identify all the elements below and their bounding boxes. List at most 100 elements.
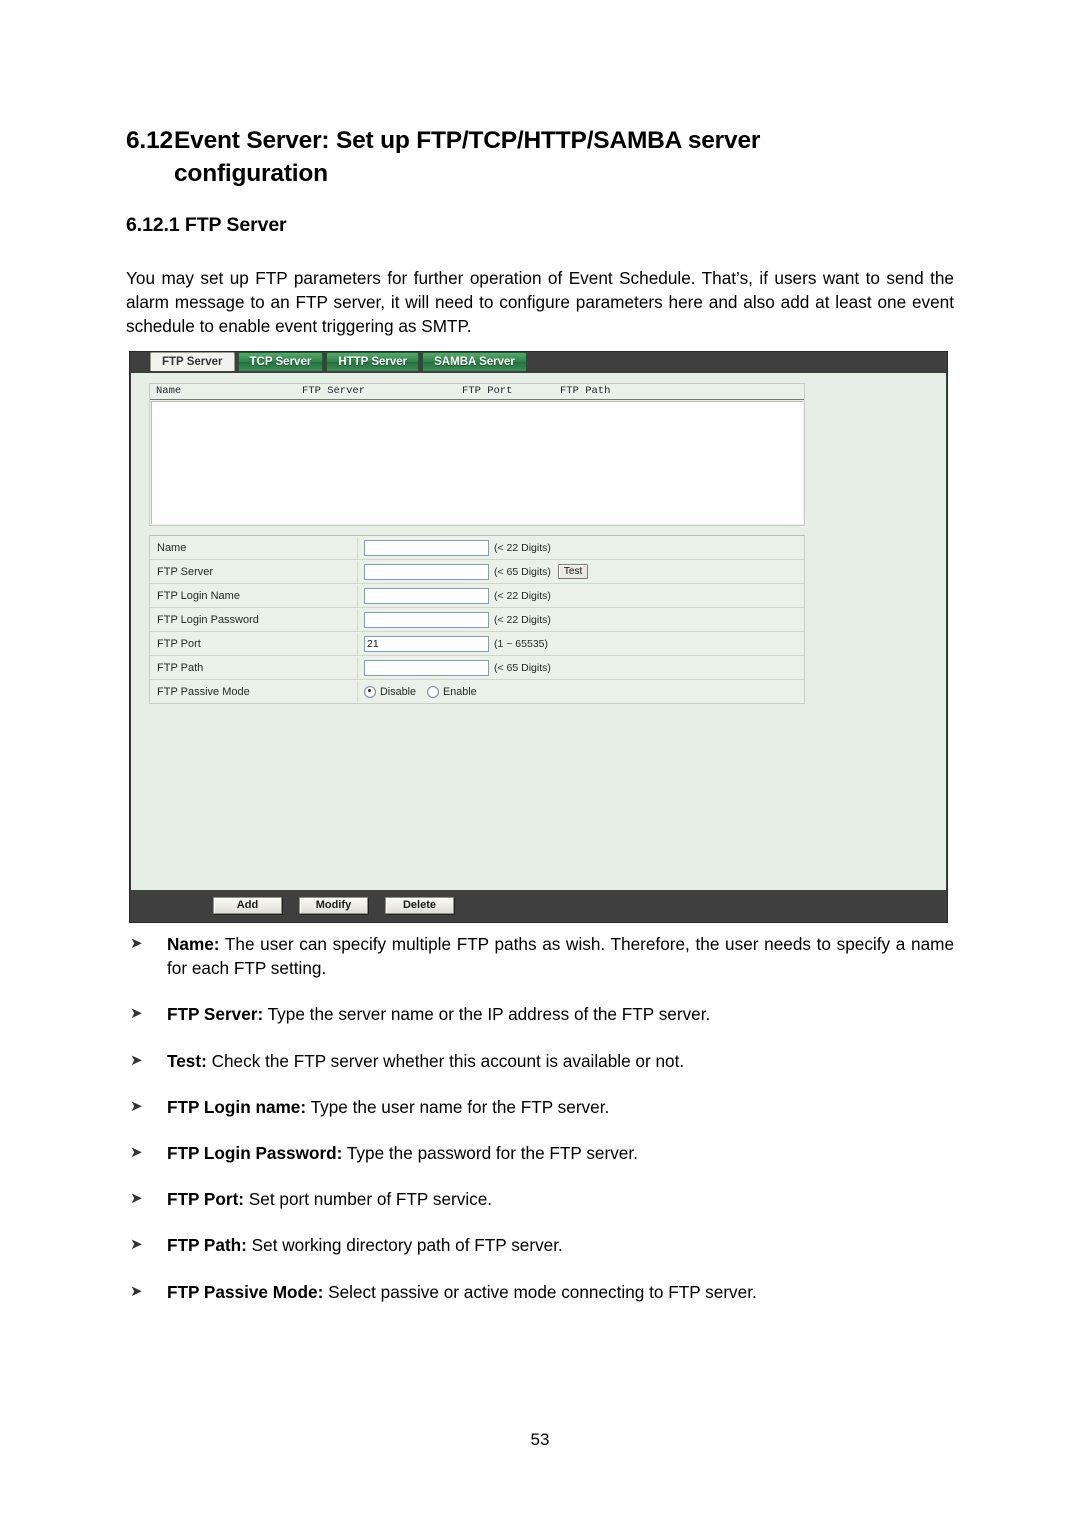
- label-ftp-port: FTP Port: [150, 632, 358, 655]
- bullet-term: FTP Path:: [167, 1235, 247, 1256]
- list-item: ➤ FTP Passive Mode: Select passive or act…: [126, 1280, 954, 1304]
- list-item: ➤ Test: Check the FTP server whether this…: [126, 1049, 954, 1073]
- bullet-arrow-icon: ➤: [130, 1097, 143, 1115]
- list-item: ➤ FTP Path: Set working directory path of…: [126, 1233, 954, 1257]
- modify-button[interactable]: Modify: [299, 897, 368, 914]
- radio-enable-label: Enable: [443, 685, 477, 698]
- bullet-arrow-icon: ➤: [130, 1144, 143, 1162]
- radio-disable-icon: [364, 685, 376, 698]
- bullet-arrow-icon: ➤: [130, 1282, 143, 1300]
- value-ftp-login-name: (< 22 Digits): [358, 587, 804, 604]
- form-row-ftp-login-password: FTP Login Password (< 22 Digits): [150, 608, 804, 632]
- ftp-login-name-hint: (< 22 Digits): [494, 589, 551, 602]
- bullet-text: Type the user name for the FTP server.: [306, 1096, 610, 1117]
- tab-tcp-server[interactable]: TCP Server: [237, 352, 324, 371]
- page-number: 53: [530, 1430, 550, 1449]
- form-row-ftp-passive-mode: FTP Passive Mode Disable Enable: [150, 680, 804, 703]
- bullet-text: Type the password for the FTP server.: [342, 1143, 638, 1164]
- panel-inner: Name FTP Server FTP Port FTP Path Name (…: [149, 383, 807, 704]
- label-ftp-login-name: FTP Login Name: [150, 584, 358, 607]
- bullet-term: FTP Server:: [167, 1004, 264, 1025]
- value-ftp-port: 21 (1 ~ 65535): [358, 635, 804, 652]
- label-ftp-path: FTP Path: [150, 656, 358, 679]
- value-name: (< 22 Digits): [358, 539, 804, 556]
- value-ftp-login-password: (< 22 Digits): [358, 611, 804, 628]
- ftp-settings-form: Name (< 22 Digits) FTP Server (< 65 Digi…: [149, 535, 805, 704]
- bullet-arrow-icon: ➤: [130, 935, 143, 952]
- radio-disable-label: Disable: [380, 685, 417, 698]
- ftp-server-input[interactable]: [364, 563, 489, 580]
- label-ftp-login-password: FTP Login Password: [150, 608, 358, 631]
- bullet-term: FTP Login name:: [167, 1096, 307, 1117]
- label-name: Name: [150, 536, 358, 559]
- ftp-server-hint: (< 65 Digits): [494, 565, 551, 578]
- form-row-ftp-server: FTP Server (< 65 Digits) Test: [150, 560, 804, 584]
- ftp-login-password-hint: (< 22 Digits): [494, 613, 551, 626]
- list-item: ➤ FTP Server: Type the server name or the…: [126, 1002, 954, 1026]
- list-item: ➤ FTP Login name: Type the user name for …: [126, 1095, 954, 1119]
- bullet-arrow-icon: ➤: [130, 1236, 143, 1254]
- radio-option-enable[interactable]: Enable: [427, 685, 477, 698]
- form-row-ftp-port: FTP Port 21 (1 ~ 65535): [150, 632, 804, 656]
- list-column-headers: Name FTP Server FTP Port FTP Path: [150, 384, 804, 400]
- value-ftp-server: (< 65 Digits) Test: [358, 563, 804, 580]
- document-page: 6.12Event Server: Set up FTP/TCP/HTTP/SA…: [0, 0, 1080, 1527]
- bullet-text: Set working directory path of FTP server…: [246, 1235, 563, 1256]
- list-rows-area[interactable]: [151, 401, 803, 524]
- section-number: 6.12: [126, 127, 173, 154]
- intro-paragraph: You may set up FTP parameters for furthe…: [126, 268, 954, 337]
- value-ftp-passive-mode: Disable Enable: [358, 685, 804, 698]
- radio-option-disable[interactable]: Disable: [364, 685, 417, 698]
- bullet-term: FTP Port:: [167, 1189, 245, 1210]
- list-item: ➤ FTP Login Password: Type the password f…: [126, 1141, 954, 1165]
- name-input[interactable]: [364, 539, 489, 556]
- tab-bar: FTP Server TCP Server HTTP Server SAMBA Ser…: [130, 352, 947, 373]
- subsection-heading: 6.12.1 FTP Server: [126, 214, 287, 236]
- ftp-path-input[interactable]: [364, 659, 489, 676]
- form-row-name: Name (< 22 Digits): [150, 536, 804, 560]
- ftp-port-hint: (1 ~ 65535): [494, 637, 548, 650]
- bullet-term: Name:: [167, 934, 220, 954]
- bullet-text: Set port number of FTP service.: [244, 1189, 493, 1210]
- ftp-port-input[interactable]: 21: [364, 635, 489, 652]
- parameter-description-list: ➤ Name: The user can specify multiple FTP…: [126, 932, 954, 1326]
- bullet-text: Type the server name or the IP address o…: [263, 1004, 711, 1025]
- test-button[interactable]: Test: [557, 564, 589, 579]
- column-header-ftp-path: FTP Path: [560, 385, 611, 397]
- passive-mode-radio-group: Disable Enable: [364, 685, 488, 698]
- form-row-ftp-login-name: FTP Login Name (< 22 Digits): [150, 584, 804, 608]
- ftp-path-hint: (< 65 Digits): [494, 661, 551, 674]
- ftp-server-list[interactable]: Name FTP Server FTP Port FTP Path: [149, 383, 805, 526]
- label-ftp-server: FTP Server: [150, 560, 358, 583]
- form-row-ftp-path: FTP Path (< 65 Digits): [150, 656, 804, 680]
- tab-samba-server[interactable]: SAMBA Server: [422, 352, 527, 371]
- value-ftp-path: (< 65 Digits): [358, 659, 804, 676]
- page-title: 6.12Event Server: Set up FTP/TCP/HTTP/SA…: [126, 124, 956, 190]
- list-item: ➤ Name: The user can specify multiple FTP…: [126, 932, 954, 980]
- name-hint: (< 22 Digits): [494, 541, 551, 554]
- delete-button[interactable]: Delete: [385, 897, 454, 914]
- bullet-term: FTP Passive Mode:: [167, 1281, 324, 1302]
- action-button-bar: Add Modify Delete: [131, 890, 946, 921]
- bullet-text: The user can specify multiple FTP paths …: [167, 934, 954, 979]
- tab-http-server[interactable]: HTTP Server: [326, 352, 420, 371]
- section-title: Event Server: Set up FTP/TCP/HTTP/SAMBA …: [174, 127, 761, 187]
- bullet-term: FTP Login Password:: [167, 1143, 343, 1164]
- column-header-ftp-port: FTP Port: [462, 385, 513, 397]
- tab-ftp-server[interactable]: FTP Server: [150, 352, 235, 371]
- bullet-term: Test:: [167, 1050, 207, 1071]
- bullet-arrow-icon: ➤: [130, 1190, 143, 1208]
- ftp-login-name-input[interactable]: [364, 587, 489, 604]
- column-header-name: Name: [156, 385, 182, 397]
- bullet-text: Check the FTP server whether this accoun…: [206, 1050, 685, 1071]
- bullet-arrow-icon: ➤: [130, 1005, 143, 1023]
- bullet-arrow-icon: ➤: [130, 1051, 143, 1069]
- add-button[interactable]: Add: [213, 897, 282, 914]
- ftp-server-screenshot: FTP Server TCP Server HTTP Server SAMBA Ser…: [129, 351, 948, 923]
- bullet-text: Select passive or active mode connecting…: [323, 1281, 757, 1302]
- label-ftp-passive-mode: FTP Passive Mode: [150, 680, 358, 703]
- ftp-login-password-input[interactable]: [364, 611, 489, 628]
- list-item: ➤ FTP Port: Set port number of FTP servic…: [126, 1187, 954, 1211]
- radio-enable-icon: [427, 685, 440, 698]
- panel-body: Name FTP Server FTP Port FTP Path Name (…: [131, 373, 946, 891]
